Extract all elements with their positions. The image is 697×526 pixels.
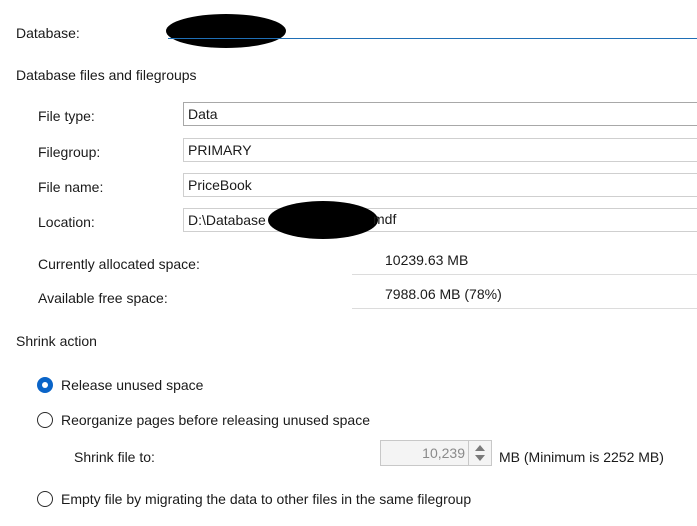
chevron-down-icon[interactable] xyxy=(475,455,485,461)
empty-file-label[interactable]: Empty file by migrating the data to othe… xyxy=(61,491,471,507)
free-space-label: Available free space: xyxy=(38,290,168,306)
location-field[interactable]: D:\Database xyxy=(183,208,697,232)
location-suffix: mdf xyxy=(373,211,397,227)
database-field-underline xyxy=(168,38,697,39)
free-space-value: 7988.06 MB (78%) xyxy=(385,286,502,302)
file-type-field[interactable]: Data xyxy=(183,102,697,126)
shrink-action-title: Shrink action xyxy=(16,333,97,349)
shrink-file-to-label: Shrink file to: xyxy=(74,449,155,465)
chevron-up-icon[interactable] xyxy=(475,445,485,451)
shrink-size-value: 10,239 xyxy=(422,445,465,461)
redacted-database-name xyxy=(166,14,286,48)
location-label: Location: xyxy=(38,214,95,230)
file-type-label: File type: xyxy=(38,108,95,124)
allocated-space-value: 10239.63 MB xyxy=(385,252,469,268)
allocated-space-divider xyxy=(352,274,697,275)
stepper-buttons[interactable] xyxy=(468,441,491,465)
release-unused-label[interactable]: Release unused space xyxy=(61,377,203,393)
shrink-size-stepper[interactable]: 10,239 xyxy=(380,440,492,466)
release-unused-radio[interactable] xyxy=(37,377,53,393)
files-section-title: Database files and filegroups xyxy=(16,67,197,83)
reorganize-pages-label[interactable]: Reorganize pages before releasing unused… xyxy=(61,412,370,428)
redacted-location-path xyxy=(268,201,378,239)
file-name-label: File name: xyxy=(38,179,104,195)
shrink-size-unit: MB (Minimum is 2252 MB) xyxy=(499,449,664,465)
filegroup-field[interactable]: PRIMARY xyxy=(183,138,697,162)
database-label: Database: xyxy=(16,25,80,41)
file-name-field[interactable]: PriceBook xyxy=(183,173,697,197)
allocated-space-label: Currently allocated space: xyxy=(38,256,200,272)
empty-file-radio[interactable] xyxy=(37,491,53,507)
filegroup-label: Filegroup: xyxy=(38,144,101,160)
location-prefix: D:\Database xyxy=(188,212,266,228)
free-space-divider xyxy=(352,308,697,309)
reorganize-pages-radio[interactable] xyxy=(37,412,53,428)
